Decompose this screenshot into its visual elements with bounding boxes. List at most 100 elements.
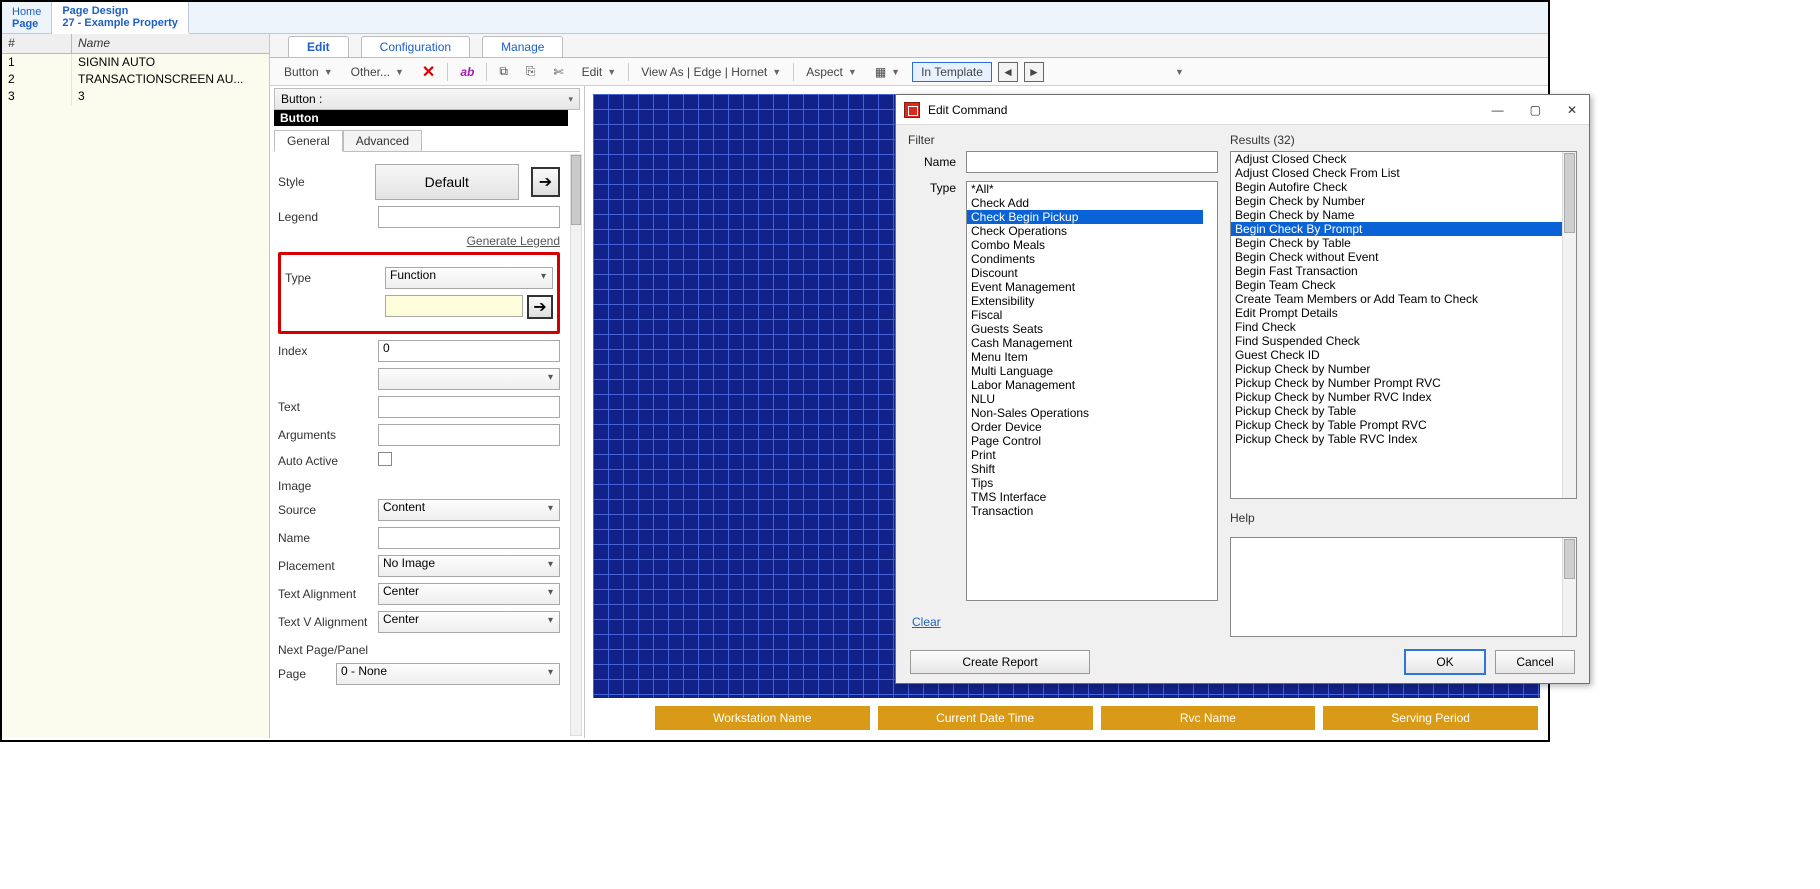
- canvas-status-button[interactable]: Serving Period: [1323, 706, 1538, 730]
- list-item[interactable]: Edit Prompt Details: [1231, 306, 1562, 320]
- list-item[interactable]: Fiscal: [967, 308, 1203, 322]
- cut-icon[interactable]: ✄: [548, 63, 570, 81]
- table-row[interactable]: 33: [2, 88, 269, 105]
- list-item[interactable]: Find Check: [1231, 320, 1562, 334]
- filter-name-input[interactable]: [966, 151, 1218, 173]
- tab-edit[interactable]: Edit: [288, 36, 349, 57]
- table-row[interactable]: 1SIGNIN AUTO: [2, 54, 269, 71]
- help-scrollbar[interactable]: [1562, 538, 1576, 636]
- cancel-button[interactable]: Cancel: [1495, 650, 1575, 674]
- list-item[interactable]: Begin Autofire Check: [1231, 180, 1562, 194]
- table-row[interactable]: 2TRANSACTIONSCREEN AU...: [2, 71, 269, 88]
- list-item[interactable]: Check Add: [967, 196, 1203, 210]
- index-input[interactable]: 0: [378, 340, 560, 362]
- style-picker-button[interactable]: ➔: [531, 167, 560, 197]
- source-select[interactable]: Content: [378, 499, 560, 521]
- list-item[interactable]: Tips: [967, 476, 1203, 490]
- list-item[interactable]: Pickup Check by Number: [1231, 362, 1562, 376]
- canvas-status-button[interactable]: Workstation Name: [655, 706, 870, 730]
- list-item[interactable]: Check Begin Pickup: [967, 210, 1203, 224]
- list-item[interactable]: Labor Management: [967, 378, 1203, 392]
- generate-legend-link[interactable]: Generate Legend: [278, 234, 560, 248]
- close-icon[interactable]: ✕: [1563, 103, 1581, 117]
- toolbar-aspect-menu[interactable]: Aspect▼: [800, 63, 863, 81]
- prop-scrollbar[interactable]: [570, 154, 582, 736]
- list-item[interactable]: Combo Meals: [967, 238, 1203, 252]
- results-scrollbar[interactable]: [1562, 152, 1576, 498]
- canvas-status-button[interactable]: Current Date Time: [878, 706, 1093, 730]
- tab-home-page[interactable]: Home Page: [2, 2, 52, 33]
- text-align-select[interactable]: Center: [378, 583, 560, 605]
- function-input[interactable]: [385, 295, 523, 317]
- image-name-input[interactable]: [378, 527, 560, 549]
- list-item[interactable]: Discount: [967, 266, 1203, 280]
- list-item[interactable]: Pickup Check by Number Prompt RVC: [1231, 376, 1562, 390]
- toolbar-blank-dropdown[interactable]: ▼: [1050, 65, 1190, 79]
- list-item[interactable]: Transaction: [967, 504, 1203, 518]
- create-report-button[interactable]: Create Report: [910, 650, 1090, 674]
- list-item[interactable]: Cash Management: [967, 336, 1203, 350]
- grid-icon[interactable]: ▦▼: [869, 63, 906, 81]
- text-input[interactable]: [378, 396, 560, 418]
- list-item[interactable]: Print: [967, 448, 1203, 462]
- list-item[interactable]: NLU: [967, 392, 1203, 406]
- tab-configuration[interactable]: Configuration: [361, 36, 470, 57]
- toolbar-viewas-menu[interactable]: View As | Edge | Hornet▼: [635, 63, 787, 81]
- list-item[interactable]: Adjust Closed Check From List: [1231, 166, 1562, 180]
- help-textarea[interactable]: [1230, 537, 1577, 637]
- ok-button[interactable]: OK: [1405, 650, 1485, 674]
- index-select[interactable]: [378, 368, 560, 390]
- text-valign-select[interactable]: Center: [378, 611, 560, 633]
- toolbar-other-menu[interactable]: Other...▼: [345, 63, 410, 81]
- list-item[interactable]: Check Operations: [967, 224, 1203, 238]
- canvas-status-button[interactable]: Rvc Name: [1101, 706, 1316, 730]
- list-item[interactable]: Order Device: [967, 420, 1203, 434]
- toolbar-edit-menu[interactable]: Edit▼: [576, 63, 623, 81]
- legend-input[interactable]: [378, 206, 560, 228]
- copy-icon[interactable]: ⧉: [493, 62, 514, 81]
- autoactive-checkbox[interactable]: [378, 452, 392, 466]
- list-item[interactable]: Begin Check by Number: [1231, 194, 1562, 208]
- prop-tab-general[interactable]: General: [274, 130, 343, 152]
- results-list[interactable]: Adjust Closed CheckAdjust Closed Check F…: [1230, 151, 1577, 499]
- list-item[interactable]: Guests Seats: [967, 322, 1203, 336]
- toolbar-button-menu[interactable]: Button▼: [278, 63, 339, 81]
- list-item[interactable]: Menu Item: [967, 350, 1203, 364]
- list-item[interactable]: Pickup Check by Table RVC Index: [1231, 432, 1562, 446]
- list-item[interactable]: TMS Interface: [967, 490, 1203, 504]
- style-preview[interactable]: Default: [375, 164, 519, 200]
- list-item[interactable]: Begin Check by Name: [1231, 208, 1562, 222]
- list-item[interactable]: Condiments: [967, 252, 1203, 266]
- minimize-icon[interactable]: —: [1488, 103, 1508, 117]
- list-item[interactable]: Begin Check by Table: [1231, 236, 1562, 250]
- list-item[interactable]: Adjust Closed Check: [1231, 152, 1562, 166]
- list-item[interactable]: Begin Team Check: [1231, 278, 1562, 292]
- arguments-input[interactable]: [378, 424, 560, 446]
- list-item[interactable]: Event Management: [967, 280, 1203, 294]
- list-item[interactable]: *All*: [967, 182, 1203, 196]
- filter-type-list[interactable]: *All*Check AddCheck Begin PickupCheck Op…: [966, 181, 1218, 601]
- pages-table[interactable]: 1SIGNIN AUTO2TRANSACTIONSCREEN AU...33: [2, 54, 269, 738]
- toolbar-in-template-toggle[interactable]: In Template: [912, 62, 992, 82]
- text-style-icon[interactable]: ab: [454, 63, 480, 81]
- list-item[interactable]: Find Suspended Check: [1231, 334, 1562, 348]
- nav-next-icon[interactable]: ►: [1024, 62, 1044, 82]
- list-item[interactable]: Create Team Members or Add Team to Check: [1231, 292, 1562, 306]
- list-item[interactable]: Page Control: [967, 434, 1203, 448]
- list-item[interactable]: Shift: [967, 462, 1203, 476]
- placement-select[interactable]: No Image: [378, 555, 560, 577]
- list-item[interactable]: Multi Language: [967, 364, 1203, 378]
- paste-icon[interactable]: ⎘: [520, 62, 542, 81]
- list-item[interactable]: Extensibility: [967, 294, 1203, 308]
- tab-manage[interactable]: Manage: [482, 36, 563, 57]
- list-item[interactable]: Begin Check without Event: [1231, 250, 1562, 264]
- delete-icon[interactable]: ✕: [416, 60, 441, 84]
- property-header-dropdown[interactable]: Button : ▾: [274, 88, 580, 110]
- list-item[interactable]: Pickup Check by Table Prompt RVC: [1231, 418, 1562, 432]
- list-item[interactable]: Begin Fast Transaction: [1231, 264, 1562, 278]
- list-item[interactable]: Guest Check ID: [1231, 348, 1562, 362]
- list-item[interactable]: Non-Sales Operations: [967, 406, 1203, 420]
- list-item[interactable]: Pickup Check by Number RVC Index: [1231, 390, 1562, 404]
- filter-clear-link[interactable]: Clear: [912, 615, 941, 629]
- nav-prev-icon[interactable]: ◄: [998, 62, 1018, 82]
